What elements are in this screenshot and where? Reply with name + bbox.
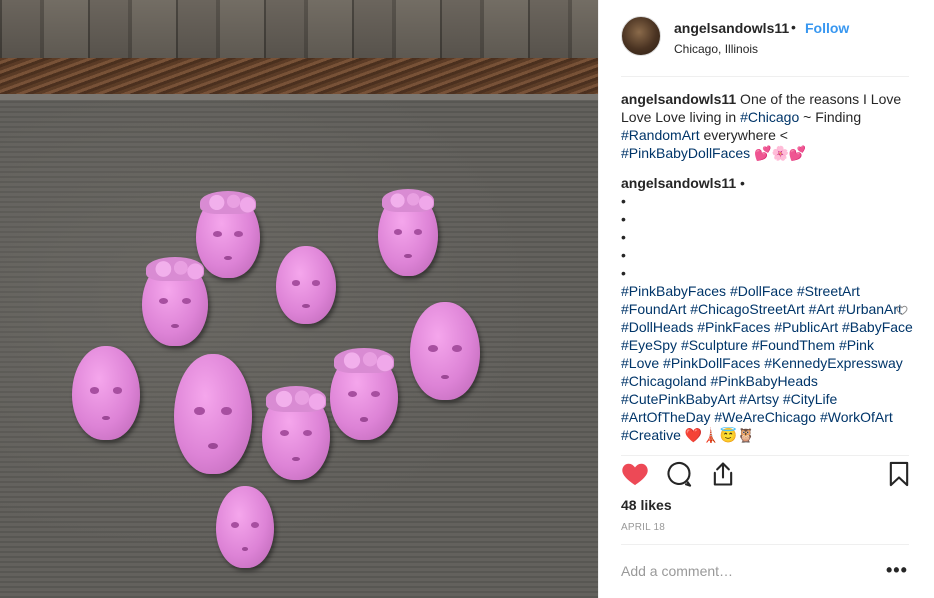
doll-face [410,302,480,400]
hashtag-link[interactable]: #DollFace [730,283,793,299]
concrete-wall [0,94,598,598]
hashtag-link[interactable]: #PinkFaces [697,319,770,335]
hashtag-link[interactable]: #FoundThem [752,337,835,353]
hashtag-link[interactable]: #CityLife [783,391,837,407]
hashtag-link[interactable]: #PinkDollFaces [663,355,760,371]
hashtag-link[interactable]: #Sculpture [681,337,748,353]
hashtag-link[interactable]: #Chicago [740,109,799,125]
location-link[interactable]: Chicago, Illinois [674,42,758,56]
caption-emoji: 💕🌸💕 [750,145,807,161]
post-header: angelsandowls11 • Follow Chicago, Illino… [599,0,934,76]
more-options-icon[interactable]: ••• [886,560,908,581]
header-divider [621,76,909,77]
hashtag-link[interactable]: #EyeSpy [621,337,677,353]
doll-face [262,386,330,480]
add-comment-input[interactable] [621,561,871,581]
likes-count[interactable]: 48 likes [621,497,672,513]
follow-button[interactable]: Follow [805,20,849,36]
bookmark-icon[interactable] [885,460,913,488]
separator-dot: • [791,19,796,35]
hashtag-link[interactable]: #WeAreChicago [714,409,816,425]
hashtag-link[interactable]: #PinkBabyFaces [621,283,726,299]
avatar[interactable] [621,16,661,56]
hashtag-link[interactable]: #Pink [839,337,874,353]
bullet-line: • [621,247,626,263]
caption-username[interactable]: angelsandowls11 [621,91,736,107]
bullet-line: • [621,211,626,227]
small-heart-icon[interactable] [896,304,908,316]
hashtag-link[interactable]: #CutePinkBabyArt [621,391,735,407]
doll-face [72,346,140,440]
doll-face [378,188,438,276]
hashtag-link[interactable]: #FoundArt [621,301,686,317]
caption-text: angelsandowls11 One of the reasons I Lov… [621,91,902,161]
doll-face [196,190,260,278]
hashtag-list: #PinkBabyFaces #DollFace #StreetArt #Fou… [621,282,913,444]
hashtag-link[interactable]: #KennedyExpressway [764,355,903,371]
hashtag-link[interactable]: #WorkOfArt [820,409,893,425]
doll-face [276,246,336,324]
hashtag-link[interactable]: #DollHeads [621,319,693,335]
hashtag-link[interactable]: #RandomArt [621,127,700,143]
comments-area: angelsandowls11 One of the reasons I Lov… [621,90,913,450]
hashtag-link[interactable]: #Artsy [739,391,779,407]
heart-icon[interactable] [621,460,649,488]
hashtag-link[interactable]: #Love [621,355,659,371]
post-date[interactable]: APRIL 18 [621,522,665,533]
bullet-line: • [621,265,626,281]
action-bar [599,456,934,496]
hashtag-link[interactable]: #UrbanArt [838,301,902,317]
pine-needles [0,58,598,96]
post-photo[interactable] [0,0,598,598]
hashtag-link[interactable]: #PublicArt [774,319,838,335]
hashtag-link[interactable]: #PinkBabyHeads [711,373,818,389]
hashtag-link[interactable]: #ChicagoStreetArt [690,301,804,317]
doll-face [216,486,274,568]
bullet-line: • [621,229,626,245]
comment: angelsandowls11 • • • • • • #PinkBabyFac… [621,175,913,444]
bullet-line: • [621,193,626,209]
hashtag-link[interactable]: #BabyFace [842,319,913,335]
trailing-emoji: ❤️🗼😇🦉 [680,427,755,443]
comment-divider [621,544,909,545]
hashtag-link[interactable]: #Art [809,301,835,317]
hashtag-link[interactable]: #Creative [621,427,681,443]
hashtag-link[interactable]: #StreetArt [797,283,860,299]
doll-face [142,256,208,346]
doll-face [330,348,398,440]
comment-icon[interactable] [665,460,693,488]
comment-username[interactable]: angelsandowls11 [621,175,736,191]
hashtag-link[interactable]: #ArtOfTheDay [621,409,710,425]
username-link[interactable]: angelsandowls11 [674,20,789,36]
doll-face [174,354,252,474]
share-icon[interactable] [709,460,737,488]
hashtag-link[interactable]: #PinkBabyDollFaces [621,145,750,161]
hashtag-link[interactable]: #Chicagoland [621,373,707,389]
post-side-panel: angelsandowls11 • Follow Chicago, Illino… [598,0,934,598]
